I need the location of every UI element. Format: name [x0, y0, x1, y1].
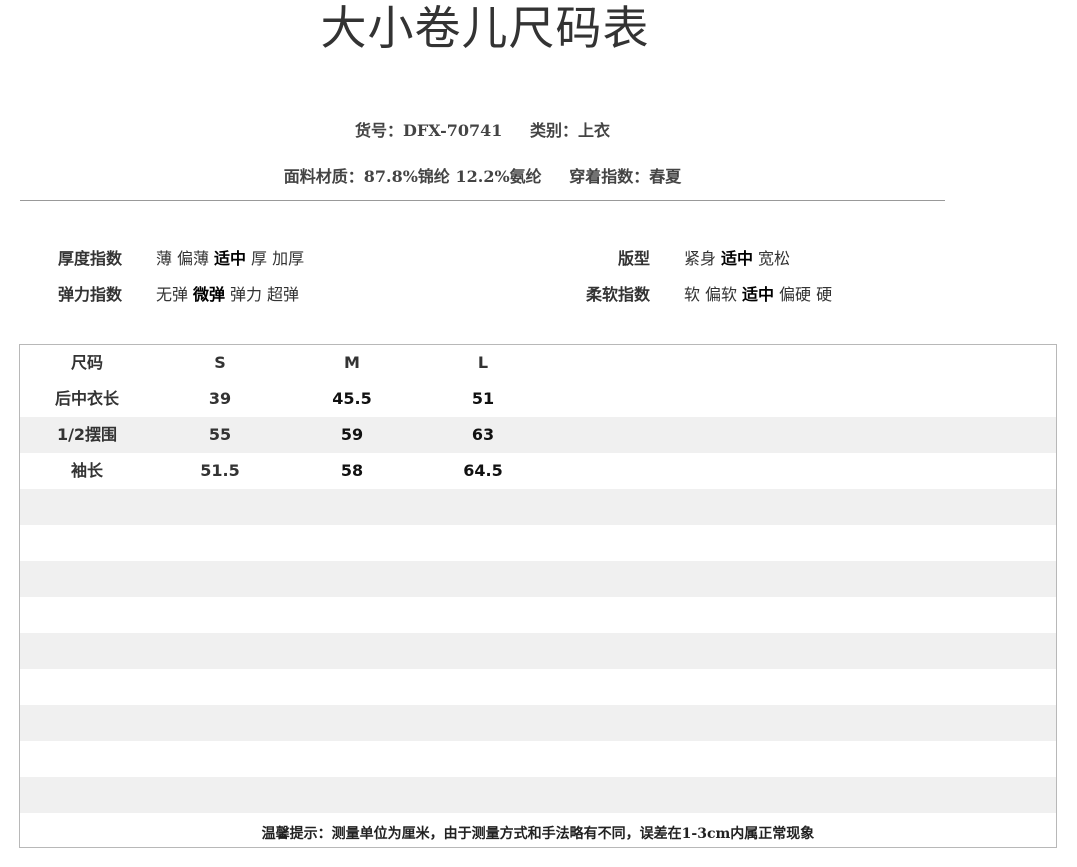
table-cell: 55: [208, 425, 232, 444]
table-cell: 51: [471, 389, 495, 408]
product-meta-line-2: 面料材质：87.8%锦纶 12.2%氨纶 穿着指数：春夏: [0, 163, 965, 187]
fit-option: 宽松: [758, 249, 791, 268]
table-row-empty: [20, 597, 1056, 633]
item-category: 类别：上衣: [529, 121, 610, 140]
elasticity-options: 无弹 微弹 弹力 超弹: [156, 281, 304, 305]
header-cell-s: S: [214, 353, 226, 372]
thickness-option-selected: 适中: [214, 249, 247, 268]
softness-option: 软: [684, 285, 701, 304]
item-number: 货号：DFX-70741: [355, 121, 503, 140]
elasticity-option: 无弹: [156, 285, 189, 304]
table-cell: 64.5: [463, 461, 503, 480]
product-meta-line-1: 货号：DFX-70741 类别：上衣: [0, 117, 965, 141]
elasticity-option: 超弹: [267, 285, 300, 304]
measurement-note: 温馨提示：测量单位为厘米，由于测量方式和手法略有不同，误差在1-3cm内属正常现…: [261, 826, 815, 842]
elasticity-option: 弹力: [230, 285, 263, 304]
table-cell: 51.5: [200, 461, 240, 480]
table-row: 1/2摆围 55 59 63: [20, 417, 1056, 453]
table-row: 后中衣长 39 45.5 51: [20, 381, 1056, 417]
page-title: 大小卷儿尺码表: [320, 1, 650, 55]
table-row-empty: [20, 777, 1056, 813]
softness-option: 硬: [816, 285, 833, 304]
row-label: 1/2摆围: [56, 425, 118, 444]
thickness-option: 薄: [156, 249, 173, 268]
table-row-empty: [20, 525, 1056, 561]
thickness-option: 加厚: [272, 249, 305, 268]
softness-option: 偏硬: [779, 285, 812, 304]
wear-season: 穿着指数：春夏: [569, 167, 682, 186]
header-cell-m: M: [344, 353, 360, 372]
thickness-options: 薄偏薄 适中厚加厚: [156, 245, 309, 269]
fit-option: 紧身: [684, 249, 717, 268]
softness-option-selected: 适中: [742, 285, 775, 304]
elasticity-option-selected: 微弹: [193, 285, 226, 304]
header-divider: [20, 200, 945, 201]
table-header-row: 尺码 S M L: [20, 345, 1056, 381]
table-row-empty: [20, 633, 1056, 669]
fit-option-selected: 适中: [721, 249, 754, 268]
fit-label: 版型: [617, 249, 650, 268]
table-row-empty: [20, 705, 1056, 741]
fit-options: 紧身 适中 宽松: [684, 245, 795, 269]
table-row-empty: [20, 669, 1056, 705]
header-cell-l: L: [477, 353, 489, 372]
table-row-empty: [20, 561, 1056, 597]
softness-options: 软偏软 适中 偏硬硬: [684, 281, 837, 305]
row-label: 后中衣长: [54, 389, 119, 408]
table-cell: 39: [208, 389, 232, 408]
table-row: 袖长 51.5 58 64.5: [20, 453, 1056, 489]
thickness-option: 厚: [251, 249, 268, 268]
table-cell: 59: [340, 425, 364, 444]
size-table: 尺码 S M L 后中衣长 39 45.5 51 1/2摆围 55 59 63 …: [19, 344, 1057, 848]
thickness-label: 厚度指数: [57, 249, 122, 268]
softness-label: 柔软指数: [585, 285, 650, 304]
table-cell: 63: [471, 425, 495, 444]
table-cell: 45.5: [332, 389, 372, 408]
elasticity-label: 弹力指数: [57, 285, 122, 304]
thickness-option: 偏薄: [177, 249, 210, 268]
table-cell: 58: [340, 461, 364, 480]
fabric-composition: 面料材质：87.8%锦纶 12.2%氨纶: [283, 167, 542, 186]
softness-option: 偏软: [705, 285, 738, 304]
header-cell-size: 尺码: [70, 353, 103, 372]
row-label: 袖长: [70, 461, 103, 480]
table-row-empty: [20, 741, 1056, 777]
table-row-empty: [20, 489, 1056, 525]
